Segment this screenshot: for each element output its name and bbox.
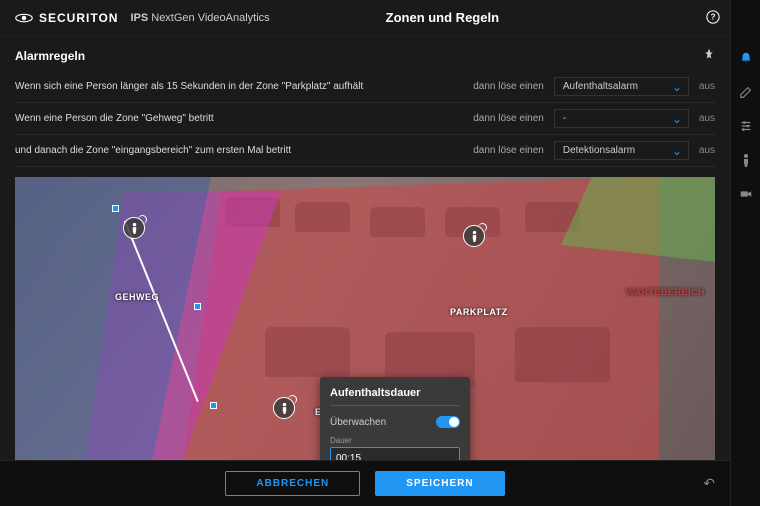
edit-icon[interactable] bbox=[738, 84, 754, 100]
person-marker[interactable] bbox=[123, 217, 145, 239]
monitor-label: Überwachen bbox=[330, 417, 386, 428]
rule-row: Wenn sich eine Person länger als 15 Seku… bbox=[15, 71, 715, 103]
footer: ABBRECHEN SPEICHERN ↶ bbox=[0, 460, 730, 506]
zone-handle[interactable] bbox=[210, 402, 217, 409]
person-icon[interactable] bbox=[738, 152, 754, 168]
rule-action-label: dann löse einen bbox=[473, 113, 544, 124]
bell-icon[interactable] bbox=[738, 50, 754, 66]
header: SECURITON IPS NextGen VideoAnalytics Zon… bbox=[0, 0, 730, 36]
duration-label: Dauer bbox=[330, 436, 460, 445]
zone-handle[interactable] bbox=[112, 205, 119, 212]
rule-suffix: aus bbox=[699, 113, 715, 124]
page-title: Zonen und Regeln bbox=[270, 10, 715, 25]
eye-icon bbox=[15, 13, 33, 23]
rule-row: und danach die Zone "eingangsbereich" zu… bbox=[15, 135, 715, 167]
rule-action-label: dann löse einen bbox=[473, 81, 544, 92]
sliders-icon[interactable] bbox=[738, 118, 754, 134]
cancel-button[interactable]: ABBRECHEN bbox=[225, 471, 360, 496]
help-icon[interactable]: ? bbox=[706, 10, 720, 27]
monitor-toggle[interactable] bbox=[436, 416, 460, 428]
zone-label-gehweg: GEHWEG bbox=[115, 292, 159, 302]
zone-label-parkplatz: PARKPLATZ bbox=[450, 307, 508, 317]
duration-input[interactable] bbox=[330, 447, 460, 460]
pin-icon[interactable] bbox=[703, 48, 715, 63]
person-marker[interactable] bbox=[463, 225, 485, 247]
rule-condition: Wenn eine Person die Zone "Gehweg" betri… bbox=[15, 113, 473, 124]
alarm-type-select[interactable]: - bbox=[554, 109, 689, 128]
save-button[interactable]: SPEICHERN bbox=[375, 471, 504, 496]
rule-condition: Wenn sich eine Person länger als 15 Seku… bbox=[15, 81, 473, 92]
zone-label-warten: WARTEBEREICH bbox=[626, 287, 705, 297]
person-marker[interactable] bbox=[273, 397, 295, 419]
rule-condition: und danach die Zone "eingangsbereich" zu… bbox=[15, 145, 473, 156]
rule-suffix: aus bbox=[699, 145, 715, 156]
alarm-type-select[interactable]: Aufenthaltsalarm bbox=[554, 77, 689, 96]
video-canvas[interactable]: GEHWEG PARKPLATZ EINGANGSBEREICH WARTEBE… bbox=[15, 177, 715, 460]
popup-title: Aufenthaltsdauer bbox=[330, 387, 460, 406]
zone-handle[interactable] bbox=[194, 303, 201, 310]
svg-text:?: ? bbox=[711, 13, 716, 22]
alarm-type-select[interactable]: Detektionsalarm bbox=[554, 141, 689, 160]
rule-action-label: dann löse einen bbox=[473, 145, 544, 156]
camera-icon[interactable] bbox=[738, 186, 754, 202]
section-header: Alarmregeln bbox=[0, 36, 730, 71]
logo: SECURITON IPS NextGen VideoAnalytics bbox=[15, 11, 270, 25]
rule-suffix: aus bbox=[699, 81, 715, 92]
brand-text: SECURITON bbox=[39, 11, 118, 25]
rules-list: Wenn sich eine Person länger als 15 Seku… bbox=[0, 71, 730, 167]
undo-icon[interactable]: ↶ bbox=[703, 475, 715, 492]
sidebar bbox=[730, 0, 760, 506]
duration-popup: Aufenthaltsdauer Überwachen Dauer bbox=[320, 377, 470, 460]
rule-row: Wenn eine Person die Zone "Gehweg" betri… bbox=[15, 103, 715, 135]
